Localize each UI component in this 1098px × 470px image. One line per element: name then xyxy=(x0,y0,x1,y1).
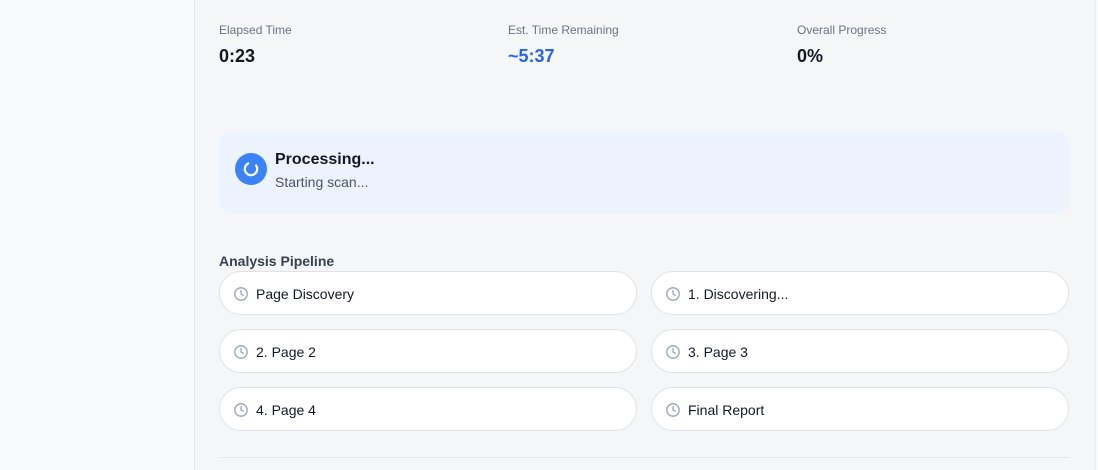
pipeline-step-page-2[interactable]: 2. Page 2 xyxy=(219,329,637,373)
pipeline-step-label: Page Discovery xyxy=(256,286,355,302)
analysis-pipeline-title: Analysis Pipeline xyxy=(219,252,335,269)
time-remaining-stat: Est. Time Remaining ~5:37 xyxy=(508,22,758,67)
clock-icon xyxy=(234,403,248,417)
clock-icon xyxy=(666,345,680,359)
pipeline-step-page-3[interactable]: 3. Page 3 xyxy=(651,329,1069,373)
elapsed-time-label: Elapsed Time xyxy=(219,23,292,37)
processing-title: Processing... xyxy=(275,151,375,168)
clock-icon xyxy=(234,345,248,359)
elapsed-time-value: 0:23 xyxy=(219,46,256,66)
app-layout: Elapsed Time 0:23 Est. Time Remaining ~5… xyxy=(0,0,1098,470)
pipeline-step-label: 2. Page 2 xyxy=(256,344,316,360)
analysis-pipeline: Page Discovery 1. Discovering... 2. Page… xyxy=(219,271,1070,433)
progress-stats: Elapsed Time 0:23 Est. Time Remaining ~5… xyxy=(219,22,1079,72)
processing-subtitle: Starting scan... xyxy=(275,174,369,190)
overall-progress-stat: Overall Progress 0% xyxy=(797,22,1047,67)
clock-icon xyxy=(666,287,680,301)
pipeline-step-label: 4. Page 4 xyxy=(256,402,316,418)
pipeline-step-discovering[interactable]: 1. Discovering... xyxy=(651,271,1069,315)
analysis-progress-panel: Elapsed Time 0:23 Est. Time Remaining ~5… xyxy=(195,0,1096,470)
clock-icon xyxy=(666,403,680,417)
pipeline-step-page-discovery[interactable]: Page Discovery xyxy=(219,271,637,315)
clock-icon xyxy=(234,287,248,301)
elapsed-time-stat: Elapsed Time 0:23 xyxy=(219,22,469,67)
pipeline-step-label: 1. Discovering... xyxy=(688,286,789,302)
pipeline-step-page-4[interactable]: 4. Page 4 xyxy=(219,387,637,431)
section-divider xyxy=(219,457,1070,458)
processing-status-card: Processing... Starting scan... xyxy=(219,131,1070,214)
spinner-icon xyxy=(235,153,267,185)
time-remaining-value: ~5:37 xyxy=(508,46,555,66)
overall-progress-value: 0% xyxy=(797,46,824,66)
pipeline-step-label: Final Report xyxy=(688,402,765,418)
pipeline-step-label: 3. Page 3 xyxy=(688,344,748,360)
sidebar-panel xyxy=(0,0,195,470)
overall-progress-label: Overall Progress xyxy=(797,23,887,37)
pipeline-step-final-report[interactable]: Final Report xyxy=(651,387,1069,431)
time-remaining-label: Est. Time Remaining xyxy=(508,23,619,37)
